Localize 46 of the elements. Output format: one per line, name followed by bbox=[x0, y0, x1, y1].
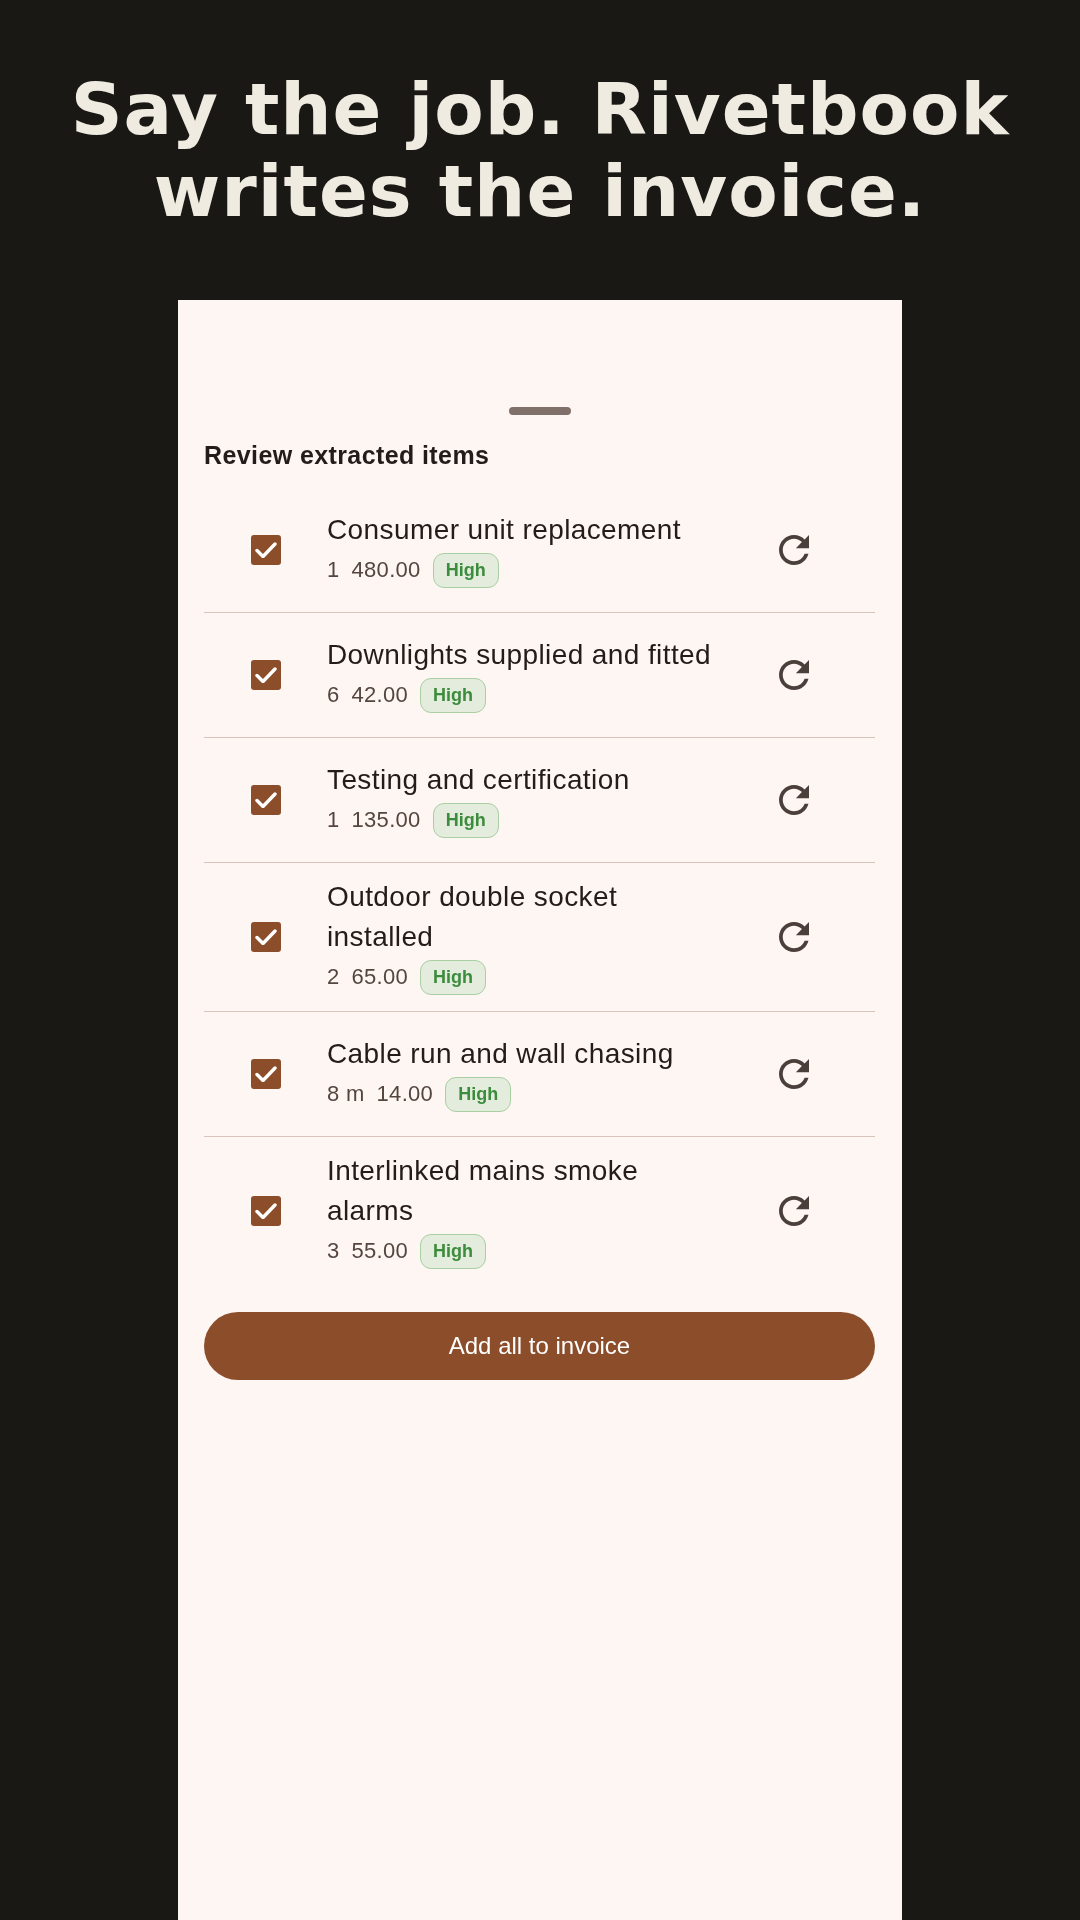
checkbox[interactable] bbox=[251, 535, 281, 565]
drag-handle[interactable] bbox=[508, 407, 571, 415]
confidence-badge: High bbox=[432, 552, 499, 588]
refresh-icon[interactable] bbox=[779, 1196, 809, 1226]
item-title: Interlinked mains smoke alarms bbox=[327, 1154, 640, 1228]
refresh-icon[interactable] bbox=[779, 785, 809, 815]
checkmark-icon bbox=[255, 929, 277, 945]
item-title: Cable run and wall chasing bbox=[327, 1037, 675, 1071]
checkmark-icon bbox=[255, 1203, 277, 1219]
price-text: 480.00 bbox=[351, 557, 421, 583]
quantity-text: 2 bbox=[327, 964, 340, 990]
item-title: Consumer unit replacement bbox=[327, 513, 682, 547]
quantity-text: 3 bbox=[327, 1238, 340, 1264]
item-title: Testing and certification bbox=[327, 763, 631, 797]
price-text: 135.00 bbox=[351, 807, 421, 833]
checkmark-icon bbox=[255, 1066, 277, 1082]
quantity-text: 6 bbox=[327, 682, 340, 708]
refresh-icon[interactable] bbox=[779, 660, 809, 690]
item-title: Outdoor double socket installed bbox=[327, 880, 619, 954]
quantity-text: 1 bbox=[327, 807, 340, 833]
refresh-icon[interactable] bbox=[779, 535, 809, 565]
checkbox[interactable] bbox=[251, 660, 281, 690]
add-all-button[interactable]: Add all to invoice bbox=[204, 1312, 875, 1380]
refresh-icon[interactable] bbox=[779, 922, 809, 952]
checkmark-icon bbox=[255, 542, 277, 558]
sheet-title: Review extracted items bbox=[204, 441, 491, 469]
price-text: 55.00 bbox=[351, 1238, 409, 1264]
price-text: 65.00 bbox=[351, 964, 409, 990]
checkbox[interactable] bbox=[251, 1059, 281, 1089]
headline: Say the job. Rivetbook writes the invoice. bbox=[69, 68, 1011, 232]
checkbox[interactable] bbox=[251, 922, 281, 952]
confidence-badge: High bbox=[420, 677, 487, 713]
checkbox[interactable] bbox=[251, 785, 281, 815]
checkbox[interactable] bbox=[251, 1196, 281, 1226]
price-text: 14.00 bbox=[376, 1081, 434, 1107]
confidence-badge: High bbox=[420, 1233, 487, 1269]
confidence-badge: High bbox=[445, 1076, 512, 1112]
quantity-text: 1 bbox=[327, 557, 340, 583]
item-title: Downlights supplied and fitted bbox=[327, 638, 712, 672]
price-text: 42.00 bbox=[351, 682, 409, 708]
checkmark-icon bbox=[255, 667, 277, 683]
confidence-badge: High bbox=[432, 802, 499, 838]
refresh-icon[interactable] bbox=[779, 1059, 809, 1089]
confidence-badge: High bbox=[420, 959, 487, 995]
quantity-text: 8 m bbox=[327, 1081, 365, 1107]
checkmark-icon bbox=[255, 792, 277, 808]
